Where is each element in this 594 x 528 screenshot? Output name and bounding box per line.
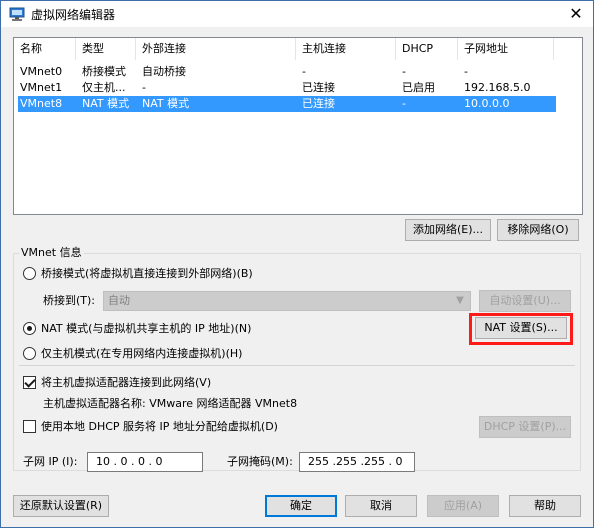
nat-mode-radio[interactable] [23, 322, 36, 335]
cell-dhcp: - [402, 65, 406, 78]
list-header: 名称 类型 外部连接 主机连接 DHCP 子网地址 [14, 38, 582, 60]
host-only-mode-radio[interactable] [23, 347, 36, 360]
title-bar: 虚拟网络编辑器 ✕ [1, 1, 593, 27]
cell-external: NAT 模式 [142, 97, 190, 110]
cell-host: - [302, 65, 306, 78]
nat-settings-highlight-box [469, 313, 573, 345]
ok-button[interactable]: 确定 [265, 495, 337, 517]
subnet-mask-label: 子网掩码(M): [227, 455, 293, 468]
nat-mode-label[interactable]: NAT 模式(与虚拟机共享主机的 IP 地址)(N) [41, 322, 251, 336]
list-row-vmnet0[interactable]: VMnet0 桥接模式 自动桥接 - - - [18, 64, 556, 80]
cell-dhcp: - [402, 97, 406, 110]
cell-host: 已连接 [302, 81, 335, 94]
column-header-subnet[interactable]: 子网地址 [458, 38, 554, 60]
connect-host-adapter-label[interactable]: 将主机虚拟适配器连接到此网络(V) [41, 376, 211, 390]
cell-name: VMnet0 [20, 65, 63, 78]
bridged-mode-label[interactable]: 桥接模式(将虚拟机直接连接到外部网络)(B) [41, 267, 253, 281]
bridged-mode-radio[interactable] [23, 267, 36, 280]
use-local-dhcp-label[interactable]: 使用本地 DHCP 服务将 IP 地址分配给虚拟机(D) [41, 420, 278, 434]
host-only-mode-label[interactable]: 仅主机模式(在专用网络内连接虚拟机)(H) [41, 347, 242, 361]
window-title: 虚拟网络编辑器 [31, 8, 116, 22]
cell-external: 自动桥接 [142, 65, 186, 78]
cell-type: 仅主机... [82, 81, 126, 94]
apply-button[interactable]: 应用(A) [427, 495, 499, 517]
help-button[interactable]: 帮助 [509, 495, 581, 517]
divider [19, 365, 575, 366]
remove-network-button[interactable]: 移除网络(O) [497, 219, 579, 241]
host-adapter-name-label: 主机虚拟适配器名称: VMware 网络适配器 VMnet8 [43, 397, 298, 410]
restore-defaults-button[interactable]: 还原默认设置(R) [13, 495, 109, 517]
cell-name: VMnet1 [20, 81, 63, 94]
cell-name: VMnet8 [20, 97, 63, 110]
connect-host-adapter-checkbox[interactable] [23, 376, 36, 389]
column-header-host[interactable]: 主机连接 [296, 38, 396, 60]
dhcp-settings-button[interactable]: DHCP 设置(P)... [479, 416, 571, 438]
cell-subnet: - [464, 65, 468, 78]
vmnet-info-group [13, 253, 581, 471]
network-list[interactable]: 名称 类型 外部连接 主机连接 DHCP 子网地址 VMnet0 桥接模式 自动… [13, 37, 583, 215]
bridged-to-label: 桥接到(T): [43, 294, 96, 307]
network-editor-icon [9, 7, 25, 21]
vmnet-info-legend: VMnet 信息 [19, 246, 84, 260]
list-row-vmnet1[interactable]: VMnet1 仅主机... - 已连接 已启用 192.168.5.0 [18, 80, 556, 96]
cell-type: 桥接模式 [82, 65, 126, 78]
add-network-button[interactable]: 添加网络(E)... [405, 219, 491, 241]
column-header-external[interactable]: 外部连接 [136, 38, 296, 60]
cell-subnet: 192.168.5.0 [464, 81, 531, 94]
subnet-mask-input[interactable]: 255 .255 .255 . 0 [299, 452, 415, 472]
cell-dhcp: 已启用 [402, 81, 435, 94]
close-icon: ✕ [569, 4, 583, 23]
cancel-button[interactable]: 取消 [345, 495, 417, 517]
column-header-type[interactable]: 类型 [76, 38, 136, 60]
close-button[interactable]: ✕ [559, 1, 593, 27]
subnet-ip-input[interactable]: 10 . 0 . 0 . 0 [87, 452, 203, 472]
bridged-to-value: 自动 [108, 294, 130, 307]
cell-external: - [142, 81, 146, 94]
bridged-to-select[interactable]: 自动 ▼ [103, 291, 471, 311]
use-local-dhcp-checkbox[interactable] [23, 420, 36, 433]
cell-subnet: 10.0.0.0 [464, 97, 510, 110]
auto-settings-button[interactable]: 自动设置(U)... [479, 290, 571, 312]
virtual-network-editor-window: 虚拟网络编辑器 ✕ 名称 类型 外部连接 主机连接 DHCP 子网地址 VMne… [0, 0, 594, 528]
column-header-dhcp[interactable]: DHCP [396, 38, 458, 60]
cell-type: NAT 模式 [82, 97, 130, 110]
cell-host: 已连接 [302, 97, 335, 110]
list-row-vmnet8[interactable]: VMnet8 NAT 模式 NAT 模式 已连接 - 10.0.0.0 [18, 96, 556, 112]
column-header-name[interactable]: 名称 [14, 38, 76, 60]
chevron-down-icon: ▼ [456, 295, 464, 306]
subnet-ip-label: 子网 IP (I): [23, 455, 78, 468]
dialog-body: 名称 类型 外部连接 主机连接 DHCP 子网地址 VMnet0 桥接模式 自动… [1, 27, 593, 527]
